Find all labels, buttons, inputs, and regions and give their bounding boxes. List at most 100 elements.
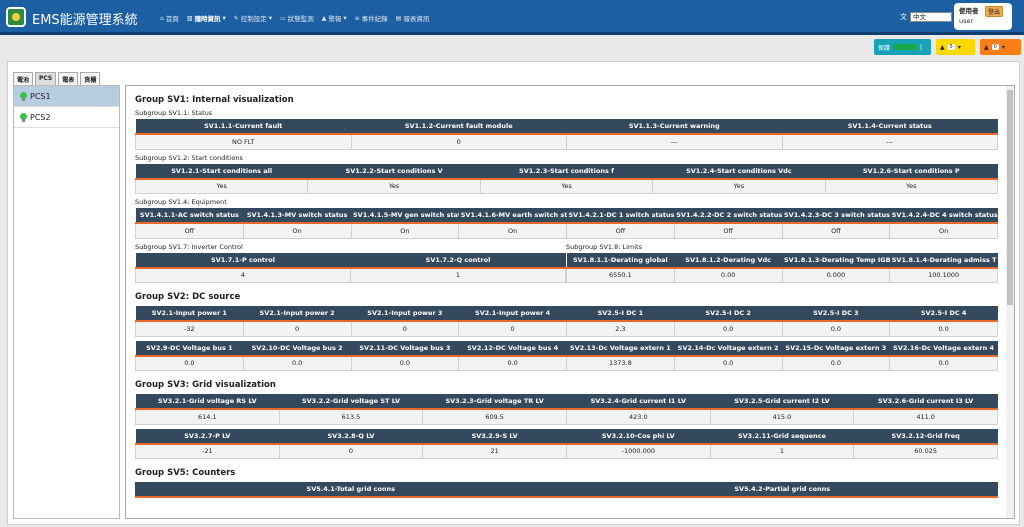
table-header-row: SV1.8.1.1-Derating global SV1.8.1.2-Derat… xyxy=(566,252,998,269)
column-header: SV1.1.1-Current fault xyxy=(135,119,351,135)
table-cell: --- xyxy=(781,133,998,150)
nav-item-4[interactable]: ▲ 警報 ▾ xyxy=(322,13,347,23)
column-header: SV1.8.1.3-Derating Temp IGBTs xyxy=(782,252,890,269)
table-cell: 0.0 xyxy=(781,355,891,371)
column-header: SV1.1.3-Current warning xyxy=(566,119,782,135)
table-cell: -1000.000 xyxy=(565,443,711,459)
table-cell: 60.025 xyxy=(853,443,998,459)
table-cell: 614.1 xyxy=(135,408,280,425)
protect-label: 保護 xyxy=(878,44,891,52)
device-label: PCS1 xyxy=(30,91,51,101)
subgroup-pair: Subgroup SV1.7: Inverter Control SV1.7.1… xyxy=(135,242,998,283)
grid-table-2: SV3.2.7-P LV SV3.2.8-Q LV SV3.2.9-S LV SV3.… xyxy=(135,428,998,459)
group-sv2-title: Group SV2: DC source xyxy=(135,292,241,302)
table-cell: 0.0 xyxy=(781,320,891,337)
table-header-row: SV1.7.1-P control SV1.7.2-Q control xyxy=(135,252,566,269)
device-item-pcs1[interactable]: PCS1 xyxy=(14,86,119,107)
table-cell: 415.0 xyxy=(709,408,855,425)
column-header: SV1.2.2-Start conditions V xyxy=(307,163,481,180)
table-cell: Off xyxy=(673,222,783,239)
column-header: SV2.15-Dc Voltage extern 3 xyxy=(782,340,890,357)
table-cell: On xyxy=(242,222,352,239)
group-sv3-title: Group SV3: Grid visualization xyxy=(135,380,276,390)
nav-item-0[interactable]: ⌂ 首頁 xyxy=(160,13,179,24)
main-frame: 電池 PCS 電表 貨櫃 PCS1 PCS2 Group SV1: Internal v… xyxy=(7,61,1020,525)
column-header: SV3.2.5-Grid current I2 LV xyxy=(710,394,854,410)
subgroup-equipment: Subgroup SV1.4: Equipment SV1.4.1.1-AC s… xyxy=(135,198,998,239)
column-header: SV3.2.10-Cos phi LV xyxy=(566,428,711,445)
column-header: SV2.12-DC Voltage bus 4 xyxy=(458,340,567,357)
alarm-icon: ▲ xyxy=(984,43,989,51)
table-row: 6550.1 0.00 0.000 100.1000 xyxy=(566,267,998,283)
column-header: SV2.1-Input power 2 xyxy=(243,306,351,322)
nav-label: 報表資訊 xyxy=(403,15,430,23)
table-cell: 2.3 xyxy=(566,320,675,337)
column-header: SV2.5-I DC 3 xyxy=(782,306,890,322)
table-cell: On xyxy=(889,222,998,239)
nav-item-5[interactable]: ≡ 事件紀錄 xyxy=(354,13,388,24)
device-item-pcs2[interactable]: PCS2 xyxy=(14,107,119,128)
caret-down-icon: ▾ xyxy=(1001,43,1005,51)
nav-item-1[interactable]: ▥ 隨時資訊 ▾ xyxy=(187,13,226,23)
group-sv1-title: Group SV1: Internal visualization xyxy=(135,95,294,105)
caret-down-icon: ▾ xyxy=(268,14,273,22)
status-table: SV1.1.1-Current fault SV1.1.2-Current fau… xyxy=(135,119,998,150)
user-panel: 使用者 user 登出 xyxy=(954,3,1012,30)
column-header: SV3.2.4-Grid current I1 LV xyxy=(566,394,711,410)
user-name: user xyxy=(959,17,974,25)
nav-item-3[interactable]: ▭ 狀態監測 xyxy=(280,13,314,24)
column-header: SV1.2.6-Start conditions P xyxy=(825,163,998,180)
scrollbar-thumb[interactable] xyxy=(1007,90,1013,305)
table-cell: 100.1000 xyxy=(889,267,998,283)
language-selector[interactable]: 文 中文 xyxy=(900,12,952,22)
subgroup-title: Subgroup SV1.7: Inverter Control xyxy=(135,242,243,251)
table-cell: On xyxy=(350,222,460,239)
table-cell: Off xyxy=(566,222,675,239)
protect-status-button[interactable]: 保護 | xyxy=(874,39,931,55)
column-header: SV2.5-I DC 1 xyxy=(566,306,675,322)
dc-source-table-2: SV2.9-DC Voltage bus 1 SV2.10-DC Voltage … xyxy=(135,340,998,371)
table-cell: 0.000 xyxy=(781,267,891,283)
monitor-icon: ▭ xyxy=(280,14,286,22)
nav-item-2[interactable]: ✎ 控制設定 ▾ xyxy=(234,13,272,23)
app-title[interactable]: EMS能源管理系統 xyxy=(32,9,138,28)
warning-status-button[interactable]: ▲ 5 ▾ xyxy=(936,39,975,55)
column-header: SV1.7.1-P control xyxy=(135,252,351,269)
subgroup-title: Subgroup SV1.4: Equipment xyxy=(135,198,227,206)
column-header: SV2.5-I DC 2 xyxy=(674,306,782,322)
column-header: SV3.2.6-Grid current I3 LV xyxy=(853,394,998,410)
column-header: SV1.1.4-Current status xyxy=(782,119,998,135)
nav-label: 警報 xyxy=(328,15,342,23)
table-cell: 4 xyxy=(135,267,351,283)
table-cell: On xyxy=(458,222,567,239)
subgroup-title: Subgroup SV1.1: Status xyxy=(135,109,213,117)
app-logo-icon[interactable] xyxy=(6,7,26,27)
table-cell: 0 xyxy=(350,320,460,337)
table-header-row: SV2.9-DC Voltage bus 1 SV2.10-DC Voltage … xyxy=(135,340,998,357)
top-navbar: EMS能源管理系統 ⌂ 首頁 ▥ 隨時資訊 ▾ ✎ 控制設定 ▾ ▭ 狀態監測 ▲ 警報 ▾ ≡ 事件紀錄 ▤… xyxy=(0,0,1024,35)
table-row: -32 0 0 0 2.3 0.0 0.0 0.0 xyxy=(135,320,998,337)
tools-icon: ✎ xyxy=(233,14,239,22)
list-icon: ≡ xyxy=(354,14,360,22)
table-cell: 0 xyxy=(458,320,567,337)
table-cell: 609.5 xyxy=(422,408,567,425)
inverter-table: SV1.7.1-P control SV1.7.2-Q control 4 1 xyxy=(135,252,566,283)
alarm-status-button[interactable]: ▲ 0 ▾ xyxy=(980,39,1021,55)
nav-item-6[interactable]: ▤ 報表資訊 xyxy=(396,13,430,24)
table-row: 614.1 613.5 609.5 423.0 415.0 411.0 xyxy=(135,408,998,425)
logout-button[interactable]: 登出 xyxy=(985,6,1004,17)
table-cell: 613.5 xyxy=(278,408,424,425)
dc-row-1: SV2.1-Input power 1 SV2.1-Input power 2 SV… xyxy=(135,306,998,337)
table-cell: 1373.8 xyxy=(566,355,675,371)
table-cell: 0.0 xyxy=(350,355,460,371)
language-select[interactable]: 中文 xyxy=(910,12,952,22)
counters-table: SV5.4.1-Total grid conns SV5.4.2-Partial … xyxy=(135,482,998,498)
chart-icon: ▥ xyxy=(186,14,193,22)
table-row: 0.0 0.0 0.0 0.0 1373.8 0.0 0.0 0.0 xyxy=(135,355,998,371)
limits-table: SV1.8.1.1-Derating global SV1.8.1.2-Derat… xyxy=(566,252,998,283)
device-list: PCS1 PCS2 xyxy=(13,85,120,519)
nav-label: 首頁 xyxy=(165,15,179,23)
table-cell: NO FLT xyxy=(135,133,352,150)
column-header: SV1.2.1-Start conditions all xyxy=(135,163,308,180)
vertical-scrollbar[interactable] xyxy=(1006,86,1014,518)
